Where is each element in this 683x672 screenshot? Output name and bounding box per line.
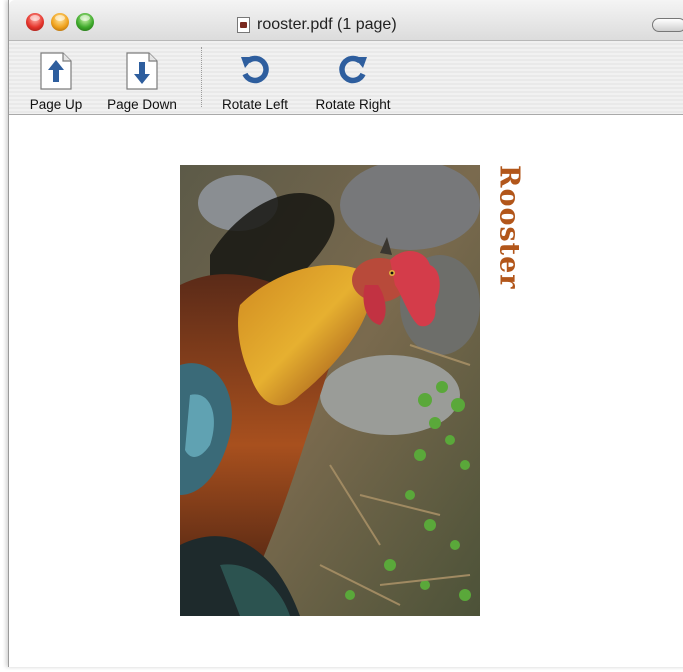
page-down-icon (122, 51, 162, 91)
page-down-label: Page Down (107, 97, 177, 112)
window: rooster.pdf (1 page) Page Up Page Down R… (8, 0, 683, 667)
pdf-page-view[interactable]: Rooster (9, 115, 683, 667)
page-up-label: Page Up (29, 97, 83, 112)
title-bar[interactable]: rooster.pdf (1 page) (9, 0, 683, 41)
rotate-right-icon (333, 51, 373, 91)
toolbar-toggle-button[interactable] (652, 18, 683, 32)
window-title-group: rooster.pdf (1 page) (237, 15, 397, 35)
window-title: rooster.pdf (1 page) (257, 16, 397, 33)
rooster-caption-text: Rooster (493, 165, 525, 290)
close-button[interactable] (26, 13, 44, 31)
page-down-button[interactable]: Page Down (99, 41, 185, 114)
zoom-button[interactable] (76, 13, 94, 31)
pdf-document-icon (237, 17, 250, 33)
rotate-right-button[interactable]: Rotate Right (305, 41, 401, 114)
rotate-left-button[interactable]: Rotate Left (213, 41, 297, 114)
rotate-right-label: Rotate Right (315, 97, 391, 112)
rotate-left-label: Rotate Left (221, 97, 289, 112)
page-up-icon (36, 51, 76, 91)
rooster-caption: Rooster (482, 165, 536, 315)
toolbar-separator (201, 47, 202, 107)
toolbar: Page Up Page Down Rotate Left Rotate Rig… (9, 41, 683, 115)
minimize-button[interactable] (51, 13, 69, 31)
rotate-left-icon (235, 51, 275, 91)
page-up-button[interactable]: Page Up (21, 41, 91, 114)
rooster-photo (180, 165, 480, 616)
